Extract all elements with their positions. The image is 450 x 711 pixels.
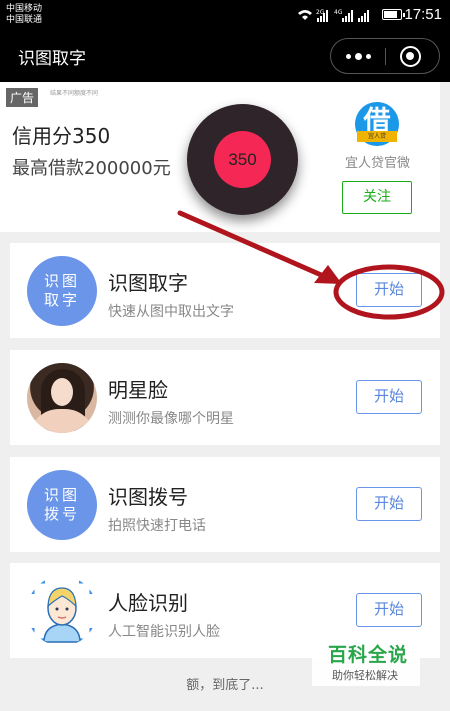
watermark: 百科全说 助你轻松解决 bbox=[312, 634, 420, 686]
annotation-arrow bbox=[177, 210, 331, 281]
annotation-overlay bbox=[177, 210, 445, 320]
watermark-sub: 助你轻松解决 bbox=[332, 669, 398, 682]
annotation-circle bbox=[333, 264, 445, 320]
watermark-main: 百科全说 bbox=[328, 644, 409, 666]
